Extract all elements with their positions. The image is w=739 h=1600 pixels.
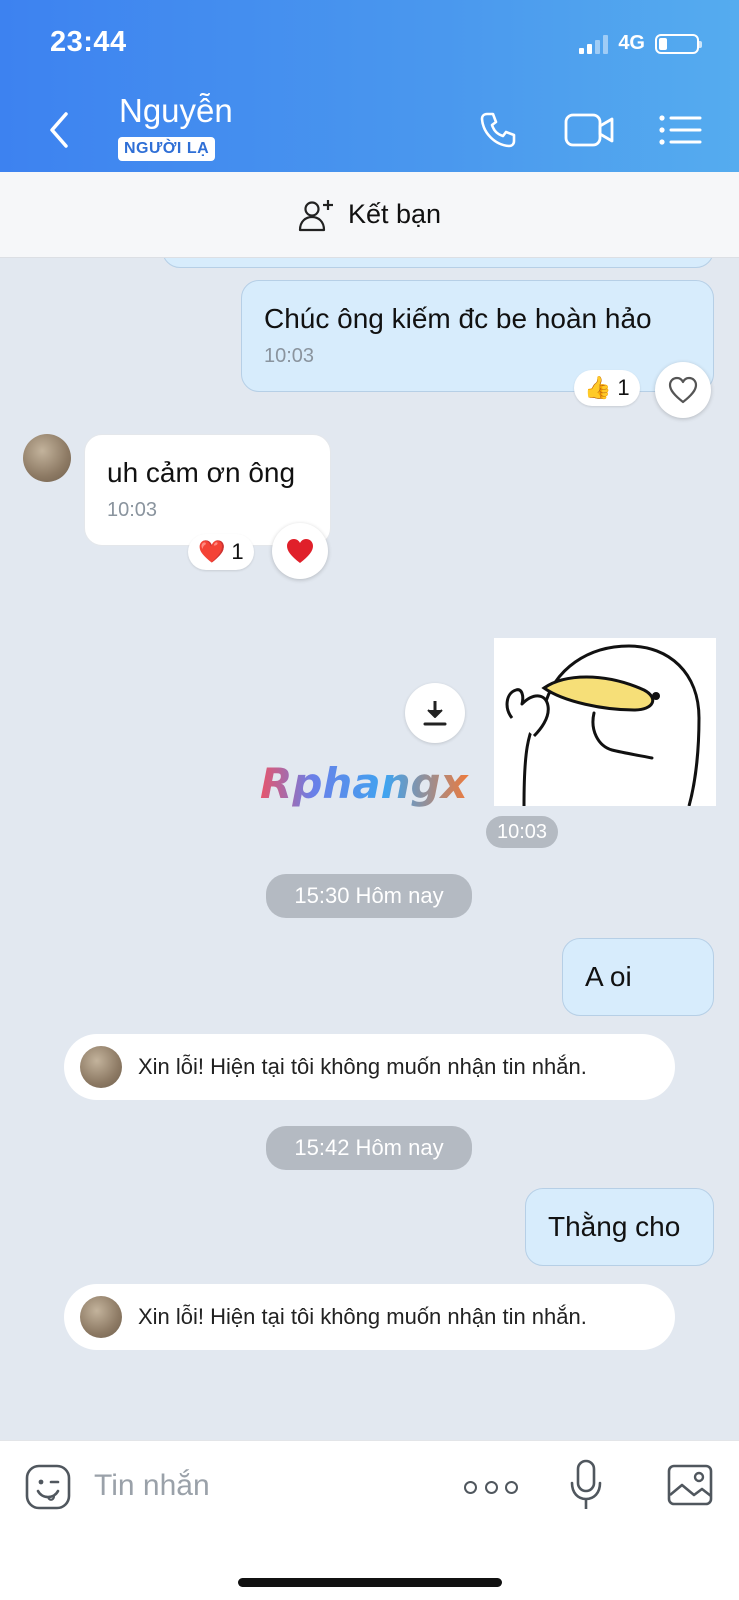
- contact-name[interactable]: Nguyễn: [119, 92, 233, 130]
- message-input[interactable]: Tin nhắn: [94, 1469, 210, 1503]
- phone-icon: [480, 112, 516, 148]
- thumbs-up-icon: 👍: [584, 375, 612, 400]
- emoji-button[interactable]: [24, 1463, 72, 1511]
- reaction-count: 1: [231, 539, 244, 564]
- message-text: Thằng cho: [548, 1211, 681, 1242]
- message-time: 10:03: [107, 499, 158, 521]
- auto-reply-notice: Xin lỗi! Hiện tại tôi không muốn nhận ti…: [64, 1284, 675, 1350]
- reaction-summary[interactable]: 👍 1: [574, 370, 640, 406]
- message-text: A oi: [585, 961, 632, 992]
- battery-icon: [655, 33, 702, 54]
- add-user-icon: [298, 199, 333, 231]
- auto-reply-text: Xin lỗi! Hiện tại tôi không muốn nhận ti…: [138, 1054, 587, 1079]
- video-call-button[interactable]: [560, 108, 620, 152]
- sticker-image[interactable]: [494, 638, 716, 806]
- red-heart-icon: ❤️: [198, 539, 226, 564]
- voice-record-button[interactable]: [570, 1457, 602, 1513]
- network-type: 4G: [618, 32, 645, 54]
- add-friend-label: Kết bạn: [347, 199, 442, 229]
- message-time: 10:03: [486, 816, 558, 848]
- sticker-duck-icon: [505, 644, 701, 806]
- contact-avatar[interactable]: [80, 1296, 122, 1338]
- react-button[interactable]: [272, 523, 328, 579]
- auto-reply-text: Xin lỗi! Hiện tại tôi không muốn nhận ti…: [138, 1304, 587, 1329]
- date-separator: 15:42 Hôm nay: [266, 1126, 472, 1170]
- contact-avatar[interactable]: [23, 434, 71, 482]
- heart-filled-icon: [287, 539, 313, 563]
- stranger-badge: NGƯỜI LẠ: [118, 137, 216, 161]
- outgoing-message[interactable]: A oi: [562, 938, 714, 1016]
- dot-icon: [464, 1480, 477, 1494]
- video-camera-icon: [564, 113, 614, 147]
- chat-options-button[interactable]: [656, 108, 704, 152]
- dot-icon: [505, 1480, 518, 1494]
- dot-icon: [484, 1480, 498, 1494]
- home-indicator: [238, 1578, 502, 1587]
- auto-reply-notice: Xin lỗi! Hiện tại tôi không muốn nhận ti…: [64, 1034, 675, 1100]
- message-text: uh cảm ơn ông: [107, 457, 296, 488]
- status-icons: 4G: [579, 32, 702, 55]
- reaction-count: 1: [617, 375, 630, 400]
- message-time: 10:03: [264, 345, 315, 367]
- contact-avatar[interactable]: [80, 1046, 122, 1088]
- outgoing-message[interactable]: Chúc ông kiếm đc be hoàn hảo 10:03: [241, 280, 714, 392]
- list-menu-icon: [659, 115, 702, 145]
- microphone-icon: [570, 1459, 602, 1509]
- status-time: 23:44: [50, 26, 127, 58]
- chevron-left-icon: [50, 112, 68, 148]
- add-friend-button[interactable]: Kết bạn: [0, 172, 739, 258]
- download-button[interactable]: [405, 683, 465, 743]
- sticker-emoji-icon: [25, 1464, 71, 1510]
- previous-message-bubble[interactable]: [162, 258, 714, 268]
- back-button[interactable]: [42, 108, 78, 152]
- download-icon: [423, 701, 447, 726]
- signal-icon: [579, 34, 609, 54]
- reaction-summary[interactable]: ❤️ 1: [188, 534, 254, 570]
- message-composer: Tin nhắn: [0, 1440, 739, 1600]
- date-separator: 15:30 Hôm nay: [266, 874, 472, 918]
- chat-header: 23:44 4G Nguyễn NGƯỜI LẠ: [0, 0, 739, 172]
- outgoing-message[interactable]: Thằng cho: [525, 1188, 714, 1266]
- image-gallery-icon: [667, 1464, 713, 1506]
- more-options-button[interactable]: [464, 1473, 518, 1501]
- send-image-button[interactable]: [666, 1463, 714, 1507]
- heart-outline-icon: [668, 376, 698, 404]
- svg-text:Rphangx: Rphangx: [260, 759, 470, 808]
- message-text: Chúc ông kiếm đc be hoàn hảo: [264, 303, 652, 334]
- message-list[interactable]: Chúc ông kiếm đc be hoàn hảo 10:03 👍 1 u…: [0, 258, 739, 1440]
- voice-call-button[interactable]: [474, 108, 522, 152]
- watermark-logo: Rphangx: [258, 758, 488, 808]
- react-button[interactable]: [655, 362, 711, 418]
